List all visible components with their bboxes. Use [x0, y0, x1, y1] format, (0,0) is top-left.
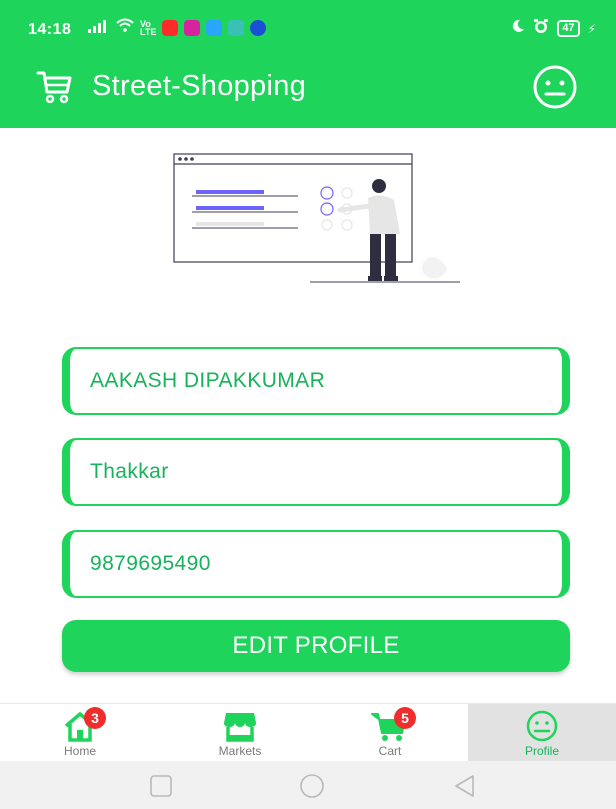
system-navigation-bar	[0, 761, 616, 809]
gallery-icon	[228, 19, 245, 36]
app-title: Street-Shopping	[92, 70, 307, 102]
home-icon: 3	[60, 707, 106, 743]
app-title-row: Street-Shopping	[0, 62, 616, 112]
nav-item-home[interactable]: 3 Home	[6, 704, 154, 762]
store-icon	[220, 709, 260, 743]
cart-badge: 5	[394, 707, 416, 729]
first-name-input[interactable]	[90, 349, 550, 413]
instagram-icon	[184, 19, 201, 36]
app-icon-2	[250, 19, 267, 36]
battery-icon: 47	[557, 20, 580, 37]
alarm-icon	[533, 18, 549, 39]
cart-icon	[36, 71, 72, 104]
bottom-navigation: 3 Home Markets 5 Cart Profile	[0, 703, 616, 762]
nav-label-home: Home	[63, 744, 96, 758]
edit-profile-button[interactable]: EDIT PROFILE	[62, 620, 570, 672]
face-icon	[522, 709, 562, 743]
status-icons-right: 47 ⚡	[511, 18, 596, 39]
volte-icon: Vo LTE	[140, 18, 157, 37]
last-name-input[interactable]	[90, 440, 550, 504]
status-icons-left: Vo LTE	[88, 18, 267, 37]
moon-icon	[511, 19, 525, 38]
nav-item-cart[interactable]: 5 Cart	[316, 704, 464, 762]
nav-item-profile[interactable]: Profile	[468, 704, 616, 762]
cart-icon: 5	[370, 707, 416, 743]
profile-face-icon[interactable]	[532, 64, 578, 110]
signal-icon	[88, 19, 110, 37]
app-header: 14:18 Vo LTE 47 ⚡ Street-Shopping	[0, 0, 616, 128]
nav-label-profile: Profile	[524, 744, 559, 758]
app-icon	[206, 19, 223, 36]
status-bar: 14:18 Vo LTE 47 ⚡	[0, 0, 616, 52]
last-name-field[interactable]	[62, 438, 570, 506]
first-name-field[interactable]	[62, 347, 570, 415]
nav-item-markets[interactable]: Markets	[166, 704, 314, 762]
youtube-icon	[162, 19, 179, 36]
phone-input[interactable]	[90, 532, 550, 596]
home-button[interactable]	[297, 773, 327, 799]
recents-button[interactable]	[148, 773, 174, 799]
profile-illustration	[173, 153, 460, 283]
nav-label-cart: Cart	[378, 744, 402, 758]
charging-icon: ⚡	[587, 21, 596, 36]
wifi-icon	[116, 18, 134, 37]
phone-field[interactable]	[62, 530, 570, 598]
back-button[interactable]	[452, 773, 478, 799]
nav-label-markets: Markets	[218, 744, 262, 758]
home-badge: 3	[84, 707, 106, 729]
status-time: 14:18	[28, 21, 72, 38]
